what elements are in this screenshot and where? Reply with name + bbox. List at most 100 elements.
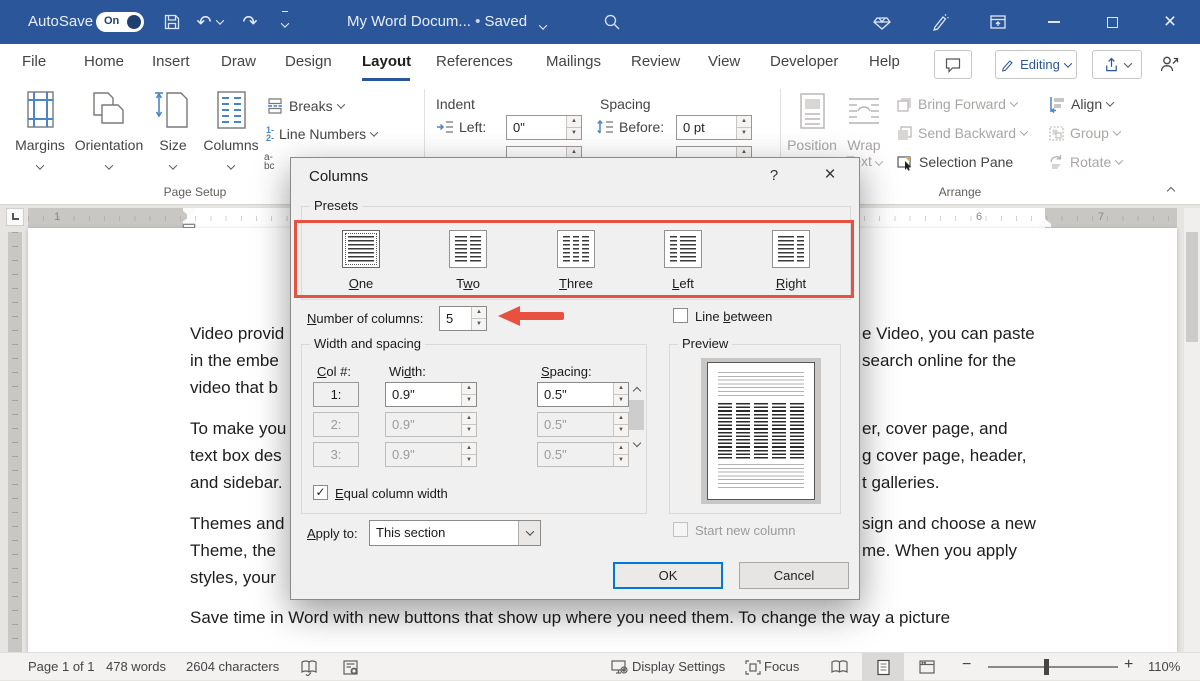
premium-diamond-icon[interactable] xyxy=(870,10,894,34)
display-settings-icon[interactable] xyxy=(608,657,630,677)
tab-developer[interactable]: Developer xyxy=(770,53,838,70)
save-icon[interactable] xyxy=(160,10,184,34)
zoom-in-button[interactable]: + xyxy=(1124,656,1133,674)
ok-button[interactable]: OK xyxy=(613,562,723,589)
tab-design[interactable]: Design xyxy=(285,53,332,70)
rows-scrollbar-thumb[interactable] xyxy=(629,400,644,430)
breaks-icon xyxy=(266,97,284,115)
orientation-button[interactable]: Orientation xyxy=(74,87,144,173)
dialog-close-button[interactable]: × xyxy=(809,158,851,192)
saved-dropdown-icon[interactable] xyxy=(536,15,550,39)
minimize-button[interactable] xyxy=(1042,10,1066,34)
zoom-slider-thumb[interactable] xyxy=(1044,659,1049,675)
group-button: Group xyxy=(1048,122,1120,144)
number-of-columns-spinner[interactable]: ▲▼ xyxy=(471,307,486,330)
draw-pen-icon[interactable] xyxy=(928,10,952,34)
position-icon xyxy=(786,87,838,133)
zoom-out-button[interactable]: − xyxy=(962,656,971,674)
print-layout-button[interactable] xyxy=(862,653,904,681)
autosave-toggle[interactable]: On xyxy=(96,12,144,32)
spacing-before-row: Before: xyxy=(596,116,664,138)
line-numbers-button[interactable]: 1-2- Line Numbers xyxy=(266,123,377,145)
redo-icon[interactable]: ↷ xyxy=(238,10,262,34)
tab-draw[interactable]: Draw xyxy=(221,53,256,70)
indent-left-row: Left: xyxy=(436,116,486,138)
share-button[interactable] xyxy=(1092,50,1142,79)
tab-layout[interactable]: Layout xyxy=(362,53,411,70)
tab-file[interactable]: File xyxy=(22,53,46,70)
columns-button[interactable]: Columns xyxy=(200,87,262,173)
presence-person-icon[interactable] xyxy=(1158,54,1180,79)
width-header: Width: xyxy=(389,364,426,379)
align-button[interactable]: Align xyxy=(1048,93,1113,115)
tab-insert[interactable]: Insert xyxy=(152,53,190,70)
tab-mailings[interactable]: Mailings xyxy=(546,53,601,70)
rows-scrollbar[interactable] xyxy=(628,382,645,448)
equal-column-width-checkbox[interactable]: ✓ xyxy=(313,485,328,500)
breaks-button[interactable]: Breaks xyxy=(266,95,344,117)
dialog-title: Columns xyxy=(309,168,368,185)
spacing-field-1[interactable]: 0.5" ▲▼ xyxy=(537,382,629,407)
zoom-slider[interactable] xyxy=(988,666,1118,668)
zoom-level[interactable]: 110% xyxy=(1148,659,1180,674)
focus-mode-label[interactable]: Focus xyxy=(764,659,799,674)
spacing-before-spinner[interactable]: ▲▼ xyxy=(736,116,751,139)
search-icon[interactable] xyxy=(600,10,624,34)
width-field-1[interactable]: 0.9" ▲▼ xyxy=(385,382,477,407)
number-of-columns-field[interactable]: 5 ▲▼ xyxy=(439,306,487,331)
doc-text-line: t galleries. xyxy=(862,473,939,493)
dialog-help-button[interactable]: ? xyxy=(753,158,795,192)
page-indicator[interactable]: Page 1 of 1 xyxy=(28,659,95,674)
width-spinner-1[interactable]: ▲▼ xyxy=(461,383,476,406)
customize-quick-access-icon[interactable] xyxy=(278,10,292,34)
hyphenation-icon: a-bc xyxy=(264,153,275,171)
equal-column-width-label: Equal column width xyxy=(335,486,448,501)
proofing-icon[interactable] xyxy=(298,657,320,677)
undo-icon[interactable]: ↶ xyxy=(192,10,216,34)
size-button[interactable]: Size xyxy=(148,87,198,173)
indent-left-field[interactable]: 0" ▲▼ xyxy=(506,115,582,140)
maximize-button[interactable] xyxy=(1100,10,1124,34)
ribbon-display-options-icon[interactable] xyxy=(986,10,1010,34)
scroll-up-icon[interactable] xyxy=(628,382,645,396)
comments-button[interactable] xyxy=(934,50,972,79)
hyphenation-button[interactable]: a-bc xyxy=(264,151,275,173)
close-button[interactable]: × xyxy=(1158,10,1182,34)
word-count[interactable]: 478 words xyxy=(106,659,166,674)
spacing-before-field[interactable]: 0 pt ▲▼ xyxy=(676,115,752,140)
size-icon xyxy=(148,87,198,133)
cancel-button[interactable]: Cancel xyxy=(739,562,849,589)
tab-view[interactable]: View xyxy=(708,53,740,70)
macro-recording-icon[interactable] xyxy=(340,657,362,677)
pencil-icon xyxy=(1001,58,1015,72)
tab-references[interactable]: References xyxy=(436,53,513,70)
apply-to-combobox[interactable]: This section xyxy=(369,520,541,546)
tab-stop-selector[interactable] xyxy=(6,208,24,226)
send-backward-icon xyxy=(896,125,913,142)
web-layout-button[interactable] xyxy=(906,653,948,681)
scrollbar-thumb[interactable] xyxy=(1186,232,1198,342)
tab-review[interactable]: Review xyxy=(631,53,680,70)
focus-mode-icon[interactable] xyxy=(742,657,764,677)
line-between-checkbox[interactable] xyxy=(673,308,688,323)
combobox-dropdown-icon[interactable] xyxy=(518,521,540,545)
indent-left-spinner[interactable]: ▲▼ xyxy=(566,116,581,139)
tab-home[interactable]: Home xyxy=(84,53,124,70)
selection-pane-button[interactable]: Selection Pane xyxy=(896,151,1013,173)
document-scrollbar[interactable] xyxy=(1184,208,1200,652)
margins-button[interactable]: Margins xyxy=(8,87,72,173)
document-title[interactable]: My Word Docum... • Saved xyxy=(347,13,527,30)
collapse-ribbon-icon[interactable] xyxy=(1168,181,1174,199)
doc-text-line: Theme, the xyxy=(190,541,276,561)
scroll-down-icon[interactable] xyxy=(628,434,645,448)
character-count[interactable]: 2604 characters xyxy=(186,659,279,674)
undo-dropdown-icon[interactable] xyxy=(214,10,226,34)
editing-mode-button[interactable]: Editing xyxy=(995,50,1077,79)
tab-help[interactable]: Help xyxy=(869,53,900,70)
display-settings-label[interactable]: Display Settings xyxy=(632,659,725,674)
read-mode-button[interactable] xyxy=(818,653,860,681)
spacing-spinner-1[interactable]: ▲▼ xyxy=(613,383,628,406)
indent-label: Indent xyxy=(436,96,475,112)
doc-text-line: Themes and xyxy=(190,514,285,534)
start-new-column-label: Start new column xyxy=(695,523,795,538)
